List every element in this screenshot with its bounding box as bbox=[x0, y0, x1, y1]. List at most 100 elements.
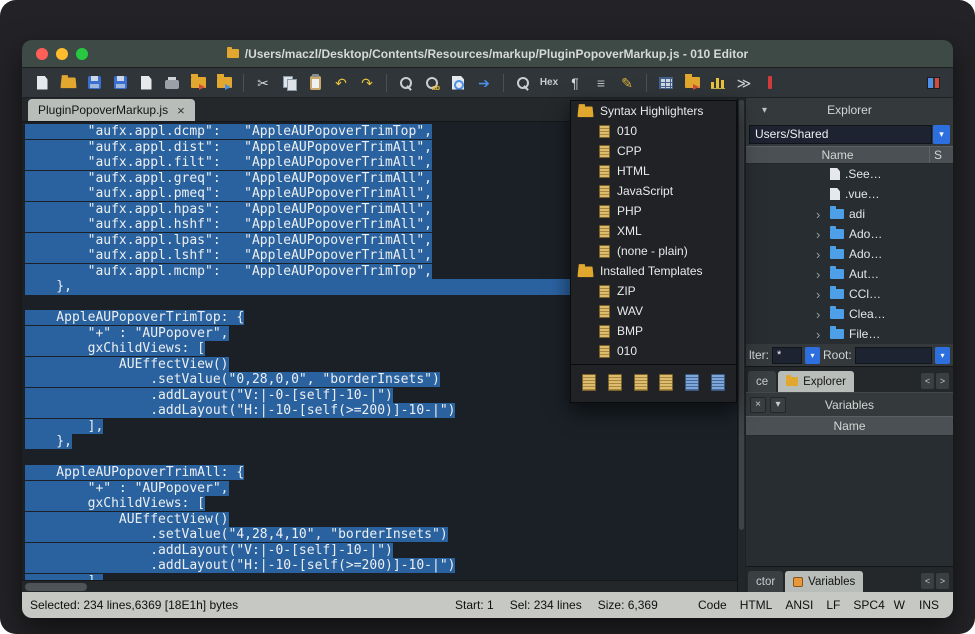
variables-close-button[interactable]: × bbox=[750, 397, 766, 413]
root-input[interactable] bbox=[855, 347, 932, 364]
export-folder-button[interactable] bbox=[212, 71, 236, 95]
calculator-button[interactable] bbox=[654, 71, 678, 95]
horizontal-scrollbar[interactable] bbox=[22, 580, 737, 592]
explorer-path-field[interactable]: Users/Shared bbox=[749, 125, 932, 144]
tree-row[interactable]: ›Ado… bbox=[746, 244, 953, 264]
panel-toggle-button[interactable] bbox=[921, 71, 945, 95]
status-flag-html[interactable]: HTML bbox=[740, 598, 773, 612]
print-button[interactable] bbox=[160, 71, 184, 95]
find-in-files-button[interactable] bbox=[446, 71, 470, 95]
replace-button[interactable] bbox=[420, 71, 444, 95]
tree-row[interactable]: ›Clea… bbox=[746, 304, 953, 324]
syntax-item-xml[interactable]: XML bbox=[571, 221, 736, 241]
open-file-button[interactable] bbox=[56, 71, 80, 95]
tab-pluginpopovermarkup[interactable]: PluginPopoverMarkup.js × bbox=[28, 99, 195, 121]
edit-tool-button[interactable]: ✎ bbox=[615, 71, 639, 95]
paste-button[interactable] bbox=[303, 71, 327, 95]
expander-icon[interactable]: › bbox=[816, 228, 825, 241]
tab-next-button[interactable]: > bbox=[936, 373, 949, 389]
variables-column-header[interactable]: Name bbox=[746, 416, 953, 436]
install-template-button[interactable] bbox=[682, 371, 702, 395]
template-item-bmp[interactable]: BMP bbox=[571, 321, 736, 341]
cut-button[interactable]: ✂ bbox=[251, 71, 275, 95]
close-window-button[interactable] bbox=[36, 48, 48, 60]
tree-row[interactable]: .vue… bbox=[746, 184, 953, 204]
bookmark-button[interactable] bbox=[758, 71, 782, 95]
save-button[interactable] bbox=[82, 71, 106, 95]
status-flag-ansi[interactable]: ANSI bbox=[785, 598, 813, 612]
tree-row[interactable]: ›File… bbox=[746, 324, 953, 344]
expander-icon[interactable]: › bbox=[816, 288, 825, 301]
template-item-wav[interactable]: WAV bbox=[571, 301, 736, 321]
vscroll-thumb[interactable] bbox=[739, 100, 744, 530]
syntax-item-html[interactable]: HTML bbox=[571, 161, 736, 181]
minimize-window-button[interactable] bbox=[56, 48, 68, 60]
status-flag-lf[interactable]: LF bbox=[826, 598, 840, 612]
filter-dropdown-icon[interactable]: ▾ bbox=[805, 347, 820, 364]
syntax-item-010[interactable]: 010 bbox=[571, 121, 736, 141]
expander-icon[interactable]: › bbox=[816, 248, 825, 261]
syntax-item-php[interactable]: PHP bbox=[571, 201, 736, 221]
find-button[interactable] bbox=[394, 71, 418, 95]
explorer-path-dropdown-icon[interactable]: ▾ bbox=[933, 125, 950, 144]
variables-tab-row: ctor Variables < > bbox=[746, 566, 953, 592]
tree-row[interactable]: ›adi bbox=[746, 204, 953, 224]
tab-inspector[interactable]: ctor bbox=[748, 571, 783, 592]
run-template-button[interactable] bbox=[680, 71, 704, 95]
explorer-menu-icon[interactable]: ▾ bbox=[762, 105, 767, 116]
zoom-window-button[interactable] bbox=[76, 48, 88, 60]
status-flag-spc4[interactable]: SPC4 bbox=[853, 598, 884, 612]
template-file-icon bbox=[599, 125, 610, 138]
mode-flag-w[interactable]: W bbox=[894, 598, 905, 612]
template-item-zip[interactable]: ZIP bbox=[571, 281, 736, 301]
expander-icon[interactable]: › bbox=[816, 268, 825, 281]
save-all-button[interactable] bbox=[108, 71, 132, 95]
show-whitespace-button[interactable]: ¶ bbox=[563, 71, 587, 95]
template-archive-button[interactable] bbox=[708, 371, 728, 395]
syntax-item-cpp[interactable]: CPP bbox=[571, 141, 736, 161]
hex-view-button[interactable]: Hex bbox=[537, 71, 561, 95]
variables-prev-button[interactable]: < bbox=[921, 573, 934, 589]
filter-input[interactable]: * bbox=[772, 347, 802, 364]
variables-next-button[interactable]: > bbox=[936, 573, 949, 589]
more-tools-button[interactable]: ≫ bbox=[732, 71, 756, 95]
column-name[interactable]: Name bbox=[746, 147, 929, 163]
import-folder-button[interactable] bbox=[186, 71, 210, 95]
line-display-button[interactable]: ≡ bbox=[589, 71, 613, 95]
tab-variables[interactable]: Variables bbox=[785, 571, 863, 592]
tab-prev-button[interactable]: < bbox=[921, 373, 934, 389]
edit-template-button[interactable] bbox=[631, 371, 651, 395]
goto-button[interactable]: ➔ bbox=[472, 71, 496, 95]
status-flag-code[interactable]: Code bbox=[698, 598, 727, 612]
tab-explorer[interactable]: Explorer bbox=[778, 371, 854, 392]
save-template-button[interactable] bbox=[656, 371, 676, 395]
copy-button[interactable] bbox=[277, 71, 301, 95]
tree-row[interactable]: ›Aut… bbox=[746, 264, 953, 284]
tab-close-icon[interactable]: × bbox=[177, 103, 185, 118]
reload-button[interactable] bbox=[134, 71, 158, 95]
vertical-scrollbar[interactable] bbox=[737, 98, 745, 592]
redo-button[interactable]: ↷ bbox=[355, 71, 379, 95]
expander-icon[interactable]: › bbox=[816, 208, 825, 221]
column-size[interactable]: S bbox=[929, 147, 953, 163]
new-template-button[interactable] bbox=[579, 371, 599, 395]
undo-button[interactable]: ↶ bbox=[329, 71, 353, 95]
expander-icon[interactable]: › bbox=[816, 328, 825, 341]
mode-flag-ins[interactable]: INS bbox=[919, 598, 939, 612]
template-item-010[interactable]: 010 bbox=[571, 341, 736, 361]
root-dropdown-icon[interactable]: ▾ bbox=[935, 347, 950, 364]
expander-icon[interactable]: › bbox=[816, 308, 825, 321]
tab-workspace[interactable]: ce bbox=[748, 371, 776, 392]
histogram-button[interactable] bbox=[706, 71, 730, 95]
find-icon bbox=[399, 76, 413, 90]
new-file-button[interactable] bbox=[30, 71, 54, 95]
syntax-item-none-plain[interactable]: (none - plain) bbox=[571, 241, 736, 261]
tree-row[interactable]: ›CCl… bbox=[746, 284, 953, 304]
hscroll-thumb[interactable] bbox=[25, 583, 87, 591]
open-template-button[interactable] bbox=[605, 371, 625, 395]
tree-row[interactable]: .See… bbox=[746, 164, 953, 184]
find-hex-button[interactable] bbox=[511, 71, 535, 95]
variables-menu-button[interactable]: ▾ bbox=[770, 397, 786, 413]
tree-row[interactable]: ›Ado… bbox=[746, 224, 953, 244]
syntax-item-javascript[interactable]: JavaScript bbox=[571, 181, 736, 201]
